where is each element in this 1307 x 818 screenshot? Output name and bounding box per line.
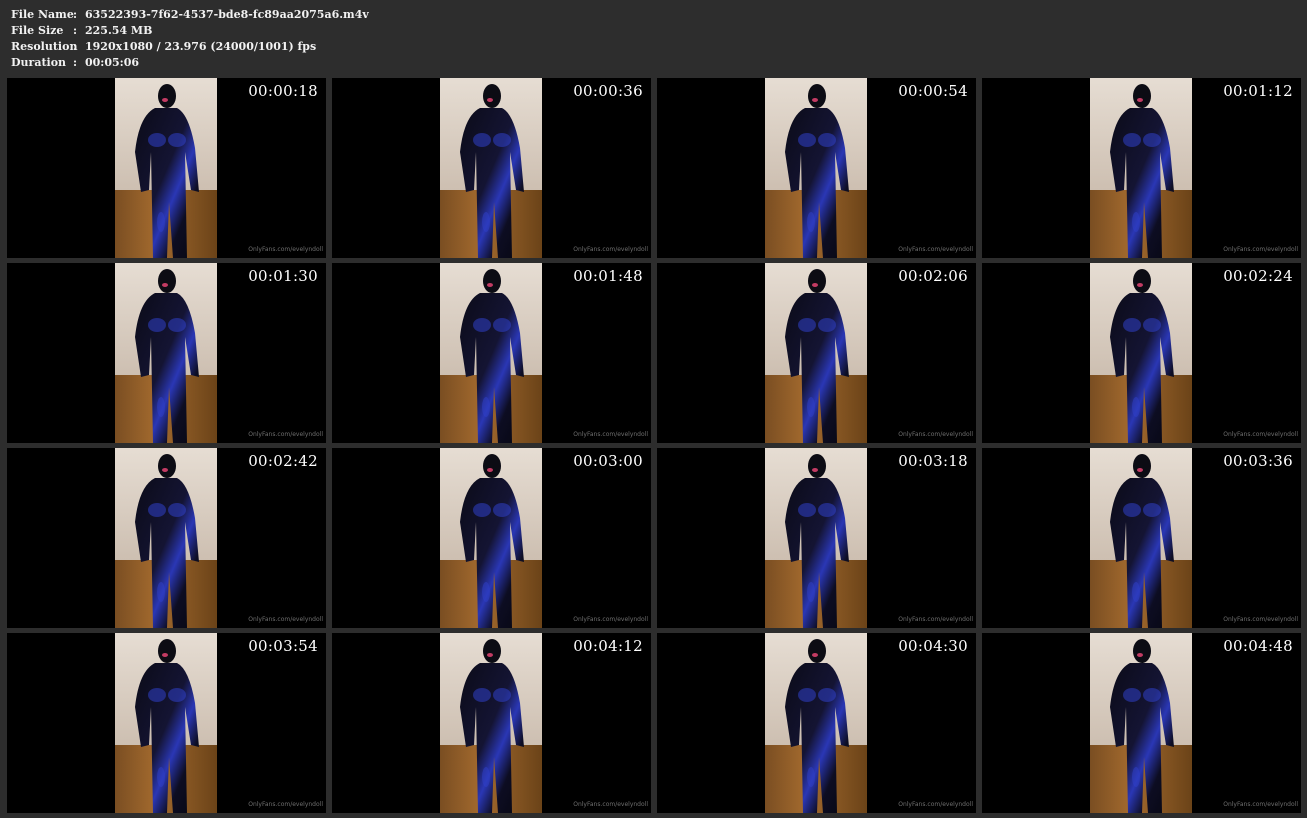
- video-frame-image: [115, 263, 217, 443]
- figure-silhouette: [1110, 639, 1174, 813]
- timestamp-label: 00:01:48: [573, 267, 643, 285]
- figure-silhouette: [460, 269, 524, 443]
- file-size-label: File Size: [11, 24, 64, 37]
- video-thumbnail[interactable]: 00:02:42 OnlyFans.com/evelyndoll: [7, 448, 326, 628]
- timestamp-label: 00:03:18: [898, 452, 968, 470]
- video-thumbnail[interactable]: 00:02:06 OnlyFans.com/evelyndoll: [657, 263, 976, 443]
- file-size-value: 225.54 MB: [85, 24, 153, 37]
- figure-silhouette: [135, 454, 199, 628]
- figure-silhouette: [460, 454, 524, 628]
- file-info-header: File Name : 63522393-7f62-4537-bde8-fc89…: [11, 7, 369, 71]
- timestamp-label: 00:01:30: [248, 267, 318, 285]
- video-thumbnail[interactable]: 00:02:24 OnlyFans.com/evelyndoll: [982, 263, 1301, 443]
- video-thumbnail[interactable]: 00:03:36 OnlyFans.com/evelyndoll: [982, 448, 1301, 628]
- video-frame-image: [1090, 263, 1192, 443]
- video-frame-image: [1090, 78, 1192, 258]
- video-thumbnail[interactable]: 00:03:18 OnlyFans.com/evelyndoll: [657, 448, 976, 628]
- timestamp-label: 00:03:36: [1223, 452, 1293, 470]
- video-thumbnail[interactable]: 00:03:54 OnlyFans.com/evelyndoll: [7, 633, 326, 813]
- resolution-label: Resolution: [11, 40, 78, 53]
- timestamp-label: 00:02:06: [898, 267, 968, 285]
- file-size-row: File Size : 225.54 MB: [11, 23, 369, 39]
- separator: :: [73, 40, 78, 53]
- resolution-value: 1920x1080 / 23.976 (24000/1001) fps: [85, 40, 317, 53]
- video-frame-image: [440, 448, 542, 628]
- video-frame-image: [765, 633, 867, 813]
- duration-value: 00:05:06: [85, 56, 140, 69]
- watermark-text: OnlyFans.com/evelyndoll: [898, 616, 973, 623]
- watermark-text: OnlyFans.com/evelyndoll: [1223, 246, 1298, 253]
- figure-silhouette: [460, 84, 524, 258]
- watermark-text: OnlyFans.com/evelyndoll: [898, 431, 973, 438]
- figure-silhouette: [460, 639, 524, 813]
- watermark-text: OnlyFans.com/evelyndoll: [248, 616, 323, 623]
- watermark-text: OnlyFans.com/evelyndoll: [898, 801, 973, 808]
- video-frame-image: [440, 633, 542, 813]
- watermark-text: OnlyFans.com/evelyndoll: [573, 801, 648, 808]
- video-frame-image: [115, 448, 217, 628]
- duration-label: Duration: [11, 56, 67, 69]
- video-frame-image: [765, 263, 867, 443]
- timestamp-label: 00:00:18: [248, 82, 318, 100]
- video-frame-image: [115, 78, 217, 258]
- figure-silhouette: [785, 639, 849, 813]
- resolution-row: Resolution : 1920x1080 / 23.976 (24000/1…: [11, 39, 369, 55]
- figure-silhouette: [135, 639, 199, 813]
- video-thumbnail[interactable]: 00:00:54 OnlyFans.com/evelyndoll: [657, 78, 976, 258]
- timestamp-label: 00:03:54: [248, 637, 318, 655]
- video-frame-image: [440, 78, 542, 258]
- timestamp-label: 00:00:54: [898, 82, 968, 100]
- figure-silhouette: [135, 84, 199, 258]
- watermark-text: OnlyFans.com/evelyndoll: [1223, 616, 1298, 623]
- watermark-text: OnlyFans.com/evelyndoll: [1223, 431, 1298, 438]
- video-frame-image: [1090, 448, 1192, 628]
- watermark-text: OnlyFans.com/evelyndoll: [248, 431, 323, 438]
- separator: :: [73, 24, 78, 37]
- video-frame-image: [440, 263, 542, 443]
- separator: :: [73, 56, 78, 69]
- file-name-value: 63522393-7f62-4537-bde8-fc89aa2075a6.m4v: [85, 8, 369, 21]
- video-thumbnail[interactable]: 00:00:18 OnlyFans.com/evelyndoll: [7, 78, 326, 258]
- timestamp-label: 00:04:48: [1223, 637, 1293, 655]
- video-thumbnail[interactable]: 00:04:30 OnlyFans.com/evelyndoll: [657, 633, 976, 813]
- figure-silhouette: [785, 269, 849, 443]
- timestamp-label: 00:04:30: [898, 637, 968, 655]
- video-frame-image: [765, 448, 867, 628]
- watermark-text: OnlyFans.com/evelyndoll: [248, 246, 323, 253]
- watermark-text: OnlyFans.com/evelyndoll: [898, 246, 973, 253]
- timestamp-label: 00:03:00: [573, 452, 643, 470]
- video-frame-image: [1090, 633, 1192, 813]
- watermark-text: OnlyFans.com/evelyndoll: [573, 246, 648, 253]
- thumbnail-grid: 00:00:18 OnlyFans.com/evelyndoll 00:00:3…: [7, 78, 1301, 813]
- timestamp-label: 00:04:12: [573, 637, 643, 655]
- watermark-text: OnlyFans.com/evelyndoll: [1223, 801, 1298, 808]
- duration-row: Duration : 00:05:06: [11, 55, 369, 71]
- figure-silhouette: [785, 454, 849, 628]
- figure-silhouette: [135, 269, 199, 443]
- figure-silhouette: [1110, 84, 1174, 258]
- timestamp-label: 00:02:24: [1223, 267, 1293, 285]
- timestamp-label: 00:00:36: [573, 82, 643, 100]
- watermark-text: OnlyFans.com/evelyndoll: [573, 431, 648, 438]
- video-frame-image: [765, 78, 867, 258]
- video-thumbnail[interactable]: 00:01:12 OnlyFans.com/evelyndoll: [982, 78, 1301, 258]
- video-frame-image: [115, 633, 217, 813]
- video-thumbnail[interactable]: 00:01:30 OnlyFans.com/evelyndoll: [7, 263, 326, 443]
- video-thumbnail[interactable]: 00:04:48 OnlyFans.com/evelyndoll: [982, 633, 1301, 813]
- video-thumbnail[interactable]: 00:01:48 OnlyFans.com/evelyndoll: [332, 263, 651, 443]
- video-thumbnail[interactable]: 00:04:12 OnlyFans.com/evelyndoll: [332, 633, 651, 813]
- timestamp-label: 00:02:42: [248, 452, 318, 470]
- video-thumbnail[interactable]: 00:00:36 OnlyFans.com/evelyndoll: [332, 78, 651, 258]
- video-thumbnail[interactable]: 00:03:00 OnlyFans.com/evelyndoll: [332, 448, 651, 628]
- file-name-row: File Name : 63522393-7f62-4537-bde8-fc89…: [11, 7, 369, 23]
- figure-silhouette: [1110, 269, 1174, 443]
- watermark-text: OnlyFans.com/evelyndoll: [248, 801, 323, 808]
- figure-silhouette: [1110, 454, 1174, 628]
- watermark-text: OnlyFans.com/evelyndoll: [573, 616, 648, 623]
- separator: :: [73, 8, 78, 21]
- timestamp-label: 00:01:12: [1223, 82, 1293, 100]
- figure-silhouette: [785, 84, 849, 258]
- file-name-label: File Name: [11, 8, 74, 21]
